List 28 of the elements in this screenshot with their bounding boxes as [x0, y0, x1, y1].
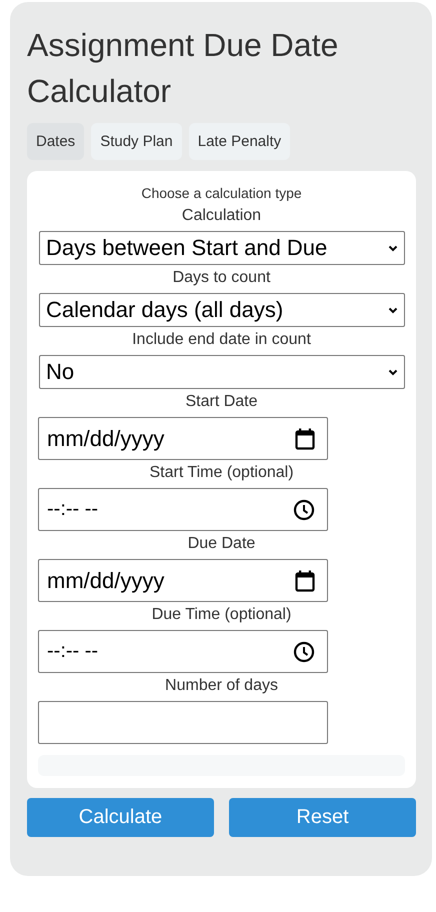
- field-label: Start Date: [185, 392, 258, 412]
- date-field[interactable]: mm/dd/yyyy: [38, 417, 328, 460]
- field-label: Start Time (optional): [149, 463, 294, 483]
- tab[interactable]: Dates: [27, 123, 84, 160]
- time-field[interactable]: --:-- --: [38, 488, 328, 531]
- calendar-icon: [295, 428, 315, 450]
- date-field[interactable]: mm/dd/yyyy: [38, 559, 328, 602]
- page-title: Assignment Due Date Calculator: [27, 26, 340, 111]
- select-field[interactable]: Calendar days (all days): [39, 293, 405, 327]
- field-label: Include end date in count: [132, 330, 311, 350]
- clock-icon: [293, 640, 315, 662]
- time-field[interactable]: --:-- --: [38, 630, 328, 673]
- hint-text: Choose a calculation type: [141, 184, 302, 203]
- calendar-icon: [295, 570, 315, 592]
- number-field[interactable]: [38, 701, 328, 744]
- select-field[interactable]: Days between Start and Due: [39, 231, 405, 265]
- select-field[interactable]: No: [39, 355, 405, 389]
- field-label: Due Time (optional): [152, 605, 292, 625]
- field-label: Days to count: [172, 268, 270, 288]
- chevron-icon: [388, 306, 398, 314]
- field-label: Calculation: [182, 206, 262, 226]
- chevron-icon: [388, 244, 398, 252]
- field-label: Number of days: [165, 676, 278, 696]
- chevron-icon: [388, 368, 398, 376]
- tab[interactable]: Late Penalty: [188, 123, 290, 160]
- clock-icon: [293, 498, 315, 520]
- tab[interactable]: Study Plan: [91, 123, 182, 160]
- field-label: Due Date: [188, 534, 256, 554]
